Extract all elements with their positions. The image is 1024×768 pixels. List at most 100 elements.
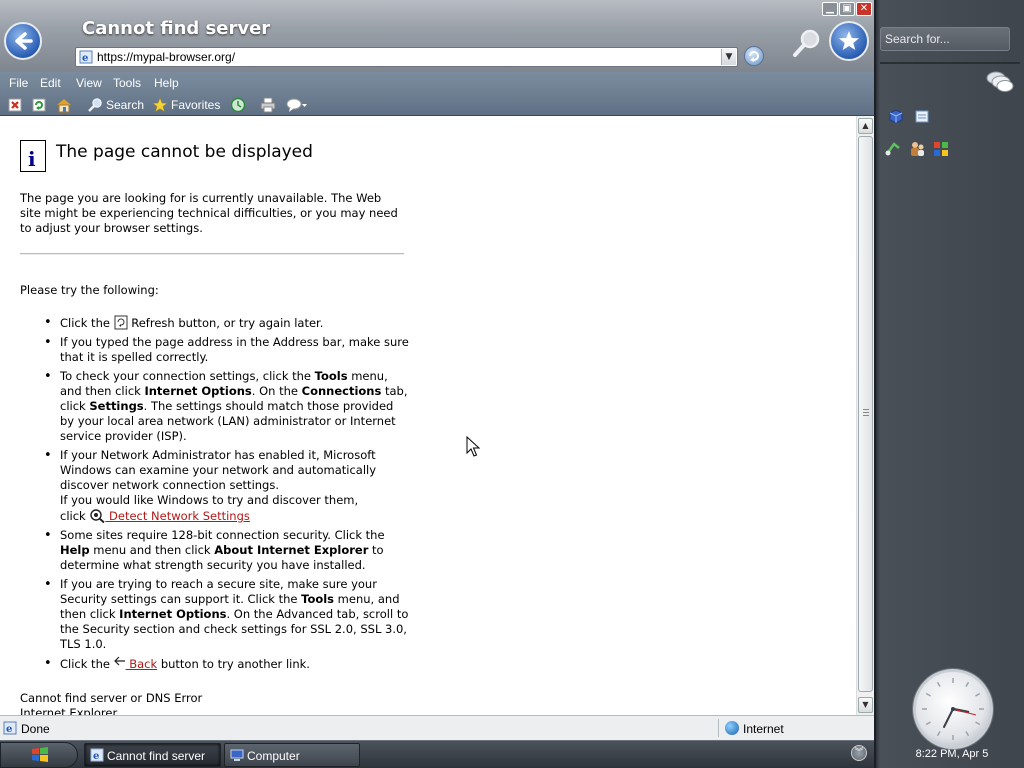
print-icon[interactable] <box>260 97 276 113</box>
scroll-grip <box>863 409 869 417</box>
tip-text: To check your connection settings, click… <box>60 369 315 383</box>
windows-flag-icon[interactable] <box>932 140 950 158</box>
tip-text: menu and then click <box>89 543 215 557</box>
list-item: If you are trying to reach a secure site… <box>44 577 410 652</box>
address-text[interactable]: https://mypal-browser.org/ <box>97 50 235 64</box>
sidebar-divider <box>880 62 1020 64</box>
favorites-star-icon <box>839 31 859 50</box>
mouse-cursor-icon <box>466 436 480 457</box>
vertical-scrollbar[interactable]: ▲ ▼ <box>856 116 874 715</box>
back-arrow-icon <box>15 32 33 50</box>
address-dropdown-button[interactable]: ▼ <box>721 49 736 65</box>
address-bar[interactable]: e https://mypal-browser.org/ ▼ <box>75 47 738 67</box>
menu-tools[interactable]: Tools <box>113 76 141 90</box>
tip-bold: Connections <box>301 384 382 398</box>
go-refresh-icon <box>749 51 759 62</box>
favorites-center-button[interactable] <box>829 21 869 61</box>
intro-paragraph: The page you are looking for is currentl… <box>20 191 398 235</box>
menu-view[interactable]: View <box>76 76 102 90</box>
menu-bar: File Edit View Tools Help <box>0 72 874 94</box>
command-toolbar: Search Favorites <box>0 94 874 116</box>
messenger-icon[interactable] <box>286 97 308 113</box>
taskbar-label: Computer <box>247 749 300 763</box>
tip-text: click <box>60 509 90 523</box>
menu-help[interactable]: Help <box>154 76 179 90</box>
globe-icon <box>725 721 739 735</box>
chat-bubbles-icon[interactable] <box>984 70 1014 94</box>
tip-text: If you would like Windows to try and dis… <box>60 493 359 507</box>
taskbar-button-computer[interactable]: Computer <box>224 743 360 767</box>
tip-bold: About Internet Explorer <box>214 543 369 557</box>
window-title: Cannot find server <box>82 18 271 39</box>
network-icon[interactable] <box>884 140 902 158</box>
tip-text: If your Network Administrator has enable… <box>60 448 377 492</box>
history-icon[interactable] <box>230 97 246 113</box>
maximize-button[interactable]: ▣ <box>839 2 855 16</box>
page-status-icon: e <box>3 721 17 735</box>
scroll-thumb[interactable] <box>858 136 873 692</box>
info-icon: i <box>20 140 46 172</box>
back-small-icon <box>113 656 125 666</box>
tip-bold: Tools <box>301 592 335 606</box>
try-following-label: Please try the following: <box>20 283 159 297</box>
svg-text:e: e <box>6 724 12 735</box>
status-text: Done <box>21 722 50 736</box>
tips-list: Click the Refresh button, or try again l… <box>44 315 410 676</box>
taskbar: e Cannot find server Computer <box>0 740 874 768</box>
refresh-icon[interactable] <box>31 97 47 113</box>
clock-gadget[interactable] <box>913 669 993 749</box>
error-source: Internet Explorer <box>20 706 118 715</box>
taskbar-button-browser[interactable]: e Cannot find server <box>84 743 221 767</box>
go-refresh-button[interactable] <box>744 46 764 66</box>
search-magnifier-icon[interactable] <box>792 28 822 58</box>
tip-bold: Internet Options <box>144 384 252 398</box>
page-content: i The page cannot be displayed The page … <box>0 116 856 715</box>
sidebar-search-placeholder[interactable]: Search for... <box>885 32 950 46</box>
tip-text: Click the <box>60 657 114 671</box>
error-code: Cannot find server or DNS Error <box>20 691 203 705</box>
notes-icon[interactable] <box>913 107 931 125</box>
favorites-icon[interactable] <box>152 97 168 113</box>
search-label[interactable]: Search <box>106 98 144 112</box>
sidebar-search-box[interactable]: Search for... <box>880 27 1010 51</box>
back-button[interactable] <box>4 22 42 60</box>
list-item: If your Network Administrator has enable… <box>44 448 410 524</box>
detect-network-settings-link[interactable]: Detect Network Settings <box>105 509 250 523</box>
tip-text: . On the <box>251 384 302 398</box>
list-item: To check your connection settings, click… <box>44 369 410 444</box>
title-bar: Cannot find server e https://mypal-brows… <box>0 0 874 72</box>
search-icon[interactable] <box>87 97 103 113</box>
windows-logo-icon <box>32 747 48 762</box>
home-icon[interactable] <box>56 97 72 113</box>
error-footer: Cannot find server or DNS Error Internet… <box>20 691 202 715</box>
list-item: Some sites require 128-bit connection se… <box>44 528 410 573</box>
back-link[interactable]: Back <box>126 657 157 671</box>
close-button[interactable]: ✕ <box>856 2 872 16</box>
tip-bold: Internet Options <box>119 607 227 621</box>
tip-text: Some sites require 128-bit connection se… <box>60 528 385 542</box>
detect-network-icon <box>90 509 106 524</box>
scroll-down-button[interactable]: ▼ <box>858 697 873 713</box>
tip-bold: Help <box>60 543 90 557</box>
menu-file[interactable]: File <box>9 76 28 90</box>
minimize-button[interactable]: ▁ <box>822 2 838 16</box>
menu-edit[interactable]: Edit <box>40 76 61 90</box>
stop-icon[interactable] <box>7 97 23 113</box>
show-more-tray-icon[interactable]: ︾ <box>851 745 867 761</box>
status-bar: e Done Internet <box>0 715 874 740</box>
security-zone[interactable]: Internet <box>743 722 784 736</box>
start-button[interactable] <box>0 742 78 768</box>
status-separator <box>718 719 719 737</box>
cube-icon[interactable] <box>887 107 905 125</box>
divider <box>20 253 404 255</box>
tip-bold: Settings <box>89 399 144 413</box>
favorites-label[interactable]: Favorites <box>171 98 220 112</box>
tip-text: button to try another link. <box>157 657 310 671</box>
refresh-page-icon <box>114 315 128 330</box>
scroll-up-button[interactable]: ▲ <box>858 118 873 134</box>
page-icon: e <box>79 50 93 64</box>
browser-task-icon: e <box>90 748 104 762</box>
tip-text: Click the <box>60 316 114 330</box>
users-icon[interactable] <box>908 140 926 158</box>
page-heading: The page cannot be displayed <box>56 142 313 162</box>
